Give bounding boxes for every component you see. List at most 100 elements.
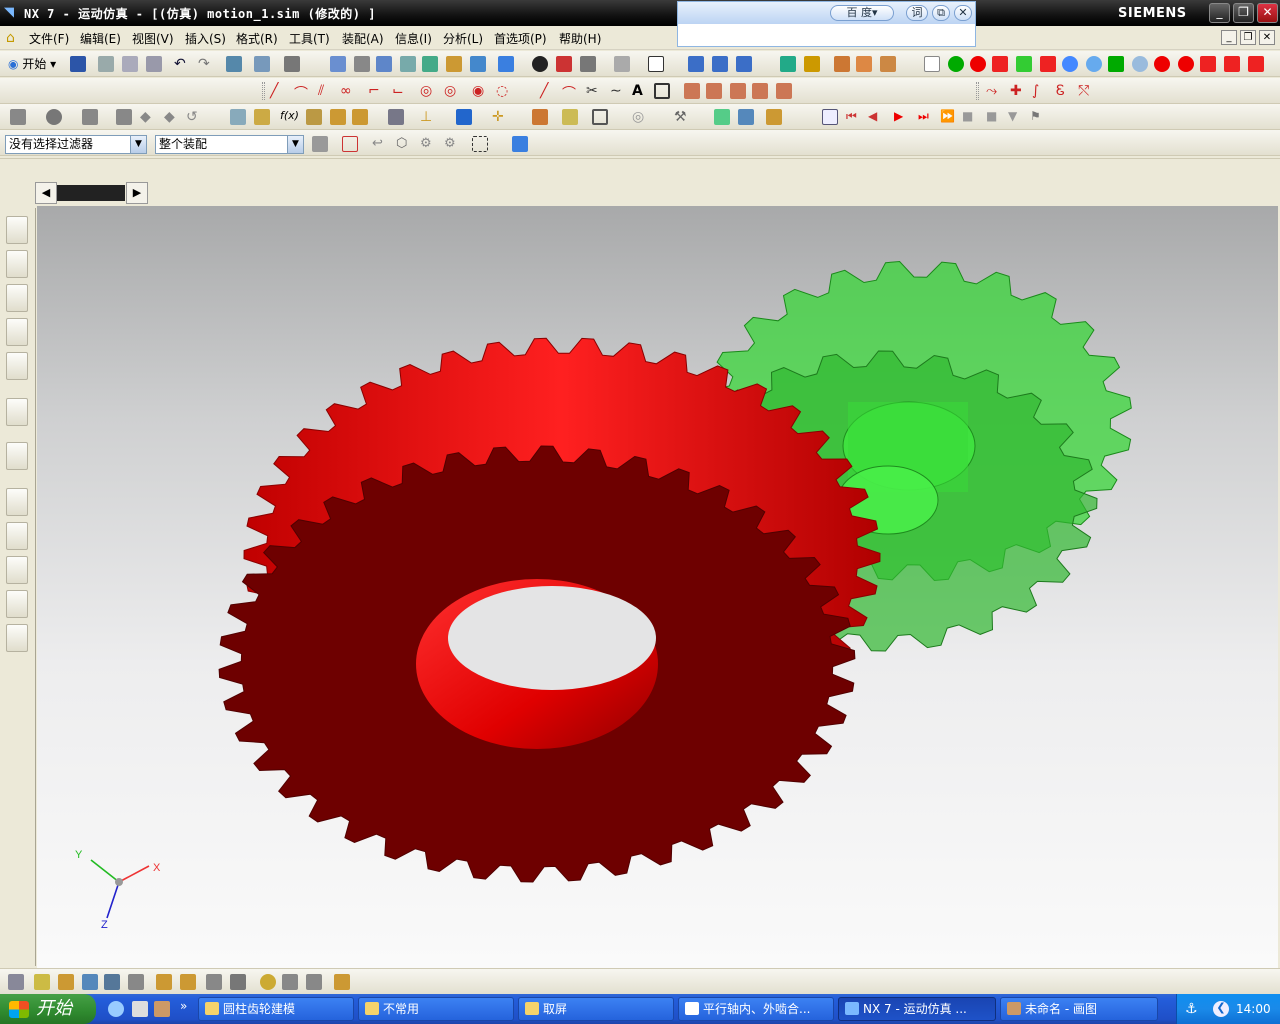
pause-icon[interactable]: ■ bbox=[962, 109, 978, 125]
project-icon[interactable] bbox=[730, 83, 746, 99]
torque-icon[interactable] bbox=[1108, 56, 1124, 72]
reuse-library-icon[interactable] bbox=[6, 352, 28, 380]
snap-point-icon[interactable] bbox=[342, 136, 358, 152]
fastener-icon[interactable] bbox=[306, 974, 322, 990]
reference-set-icon[interactable] bbox=[128, 974, 144, 990]
task-paint[interactable]: 未命名 - 画图 bbox=[1000, 997, 1158, 1021]
mdi-minimize-button[interactable]: _ bbox=[1221, 30, 1237, 45]
chevron-down-icon[interactable]: ▼ bbox=[130, 136, 146, 153]
dimension-icon[interactable] bbox=[562, 109, 578, 125]
undo-icon[interactable]: ↶ bbox=[174, 56, 190, 72]
marker-icon[interactable] bbox=[1154, 56, 1170, 72]
loop-icon[interactable]: ↺ bbox=[186, 109, 202, 125]
mirror-icon[interactable] bbox=[706, 83, 722, 99]
connector-icon[interactable] bbox=[780, 56, 796, 72]
coupler-icon[interactable] bbox=[736, 56, 752, 72]
route-icon[interactable] bbox=[260, 974, 276, 990]
zoom-icon[interactable] bbox=[376, 56, 392, 72]
close-button[interactable]: ✕ bbox=[1257, 3, 1278, 23]
menu-assembly[interactable]: 装配(A) bbox=[342, 30, 384, 47]
weld-icon[interactable] bbox=[282, 974, 298, 990]
cut-icon[interactable] bbox=[98, 56, 114, 72]
layer-icon[interactable] bbox=[10, 109, 26, 125]
menu-file[interactable]: 文件(F) bbox=[29, 30, 69, 47]
stop-icon[interactable]: ■ bbox=[986, 109, 1002, 125]
fit-view-icon[interactable] bbox=[330, 56, 346, 72]
vector-force-icon[interactable] bbox=[1132, 56, 1148, 72]
select-icon[interactable] bbox=[254, 56, 270, 72]
edit-object-icon[interactable] bbox=[226, 56, 242, 72]
paste-icon[interactable] bbox=[146, 56, 162, 72]
arrangements-icon[interactable] bbox=[104, 974, 120, 990]
plane-icon[interactable]: ⊥ bbox=[420, 109, 436, 125]
start-button[interactable]: 开始 bbox=[0, 994, 96, 1024]
curve-rule-icon[interactable]: ↩ bbox=[372, 136, 388, 152]
driver-icon[interactable] bbox=[804, 56, 820, 72]
rectangle-select-icon[interactable] bbox=[472, 136, 488, 152]
helix-icon[interactable]: ∫ bbox=[1032, 83, 1048, 99]
curve-icon[interactable] bbox=[1248, 56, 1264, 72]
profile-icon[interactable]: ⫽ bbox=[318, 83, 334, 99]
tray-expand-icon[interactable]: ❮ bbox=[1213, 1001, 1229, 1017]
forward-icon[interactable]: ◆ bbox=[164, 109, 180, 125]
animation-icon[interactable] bbox=[714, 109, 730, 125]
save-icon[interactable] bbox=[70, 56, 86, 72]
type-filter-select[interactable]: 没有选择过滤器 ▼ bbox=[5, 135, 147, 154]
graph-icon[interactable] bbox=[766, 109, 782, 125]
cross-icon[interactable]: ✚ bbox=[1010, 83, 1026, 99]
menu-view[interactable]: 视图(V) bbox=[132, 30, 174, 47]
task-nx7[interactable]: NX 7 - 运动仿真 ... bbox=[838, 997, 996, 1021]
color-icon[interactable] bbox=[648, 56, 664, 72]
redo-icon[interactable]: ↷ bbox=[198, 56, 214, 72]
snap-icon[interactable] bbox=[284, 56, 300, 72]
home-icon[interactable]: ⌂ bbox=[6, 30, 22, 46]
menu-help[interactable]: 帮助(H) bbox=[559, 30, 601, 47]
task-screenshot[interactable]: 取屏 bbox=[518, 997, 674, 1021]
view-cube-icon[interactable] bbox=[512, 136, 528, 152]
pack-icon[interactable] bbox=[334, 974, 350, 990]
point-icon[interactable]: ◉ bbox=[472, 83, 488, 99]
paste-special-icon[interactable] bbox=[230, 109, 246, 125]
trim-icon[interactable]: ✂ bbox=[586, 83, 602, 99]
menu-preferences[interactable]: 首选项(P) bbox=[494, 30, 547, 47]
table-icon[interactable] bbox=[738, 109, 754, 125]
new-sheet-icon[interactable] bbox=[924, 56, 940, 72]
sensor-icon[interactable] bbox=[1178, 56, 1194, 72]
pan-icon[interactable] bbox=[400, 56, 416, 72]
sketch-curve-icon[interactable]: ⤳ bbox=[986, 83, 1002, 99]
task-gear-modeling[interactable]: 圆柱齿轮建模 bbox=[198, 997, 354, 1021]
fillet-icon[interactable]: ⌐ bbox=[368, 83, 384, 99]
perspective-icon[interactable] bbox=[446, 56, 462, 72]
menu-format[interactable]: 格式(R) bbox=[236, 30, 278, 47]
wave-link-icon[interactable] bbox=[156, 974, 172, 990]
intersect-icon[interactable] bbox=[752, 83, 768, 99]
axis-icon[interactable]: ✛ bbox=[492, 109, 508, 125]
pencil-icon[interactable] bbox=[306, 109, 322, 125]
checkbox-icon[interactable] bbox=[822, 109, 838, 125]
system-scene-icon[interactable] bbox=[6, 624, 28, 652]
scroll-left-icon[interactable]: ◀ bbox=[35, 182, 57, 204]
shade-icon[interactable] bbox=[532, 56, 548, 72]
layout-icon[interactable] bbox=[8, 974, 24, 990]
text-icon[interactable]: A bbox=[632, 83, 648, 99]
spring-icon[interactable] bbox=[992, 56, 1008, 72]
toolbar-grip[interactable] bbox=[262, 82, 265, 100]
circle-icon[interactable]: ◎ bbox=[420, 83, 436, 99]
selection-settings-icon[interactable] bbox=[312, 136, 328, 152]
reposition-icon[interactable] bbox=[532, 109, 548, 125]
solver-icon[interactable] bbox=[1200, 56, 1216, 72]
basic-line-icon[interactable]: ╱ bbox=[540, 83, 556, 99]
box-icon[interactable] bbox=[592, 109, 608, 125]
motion-navigator-icon[interactable] bbox=[6, 318, 28, 346]
baidu-button[interactable]: 百 度▾ bbox=[830, 5, 894, 21]
task-parallel-axis[interactable]: 平行轴内、外啮合... bbox=[678, 997, 834, 1021]
menu-edit[interactable]: 编辑(E) bbox=[80, 30, 121, 47]
vector-icon[interactable] bbox=[456, 109, 472, 125]
restore-button[interactable]: ❐ bbox=[1233, 3, 1254, 23]
paint-icon[interactable] bbox=[154, 1001, 170, 1017]
quicklaunch-more-icon[interactable]: » bbox=[180, 999, 187, 1013]
ie-icon[interactable] bbox=[108, 1001, 124, 1017]
function-icon[interactable] bbox=[1224, 56, 1240, 72]
bushing-icon[interactable] bbox=[1040, 56, 1056, 72]
menu-analysis[interactable]: 分析(L) bbox=[443, 30, 483, 47]
